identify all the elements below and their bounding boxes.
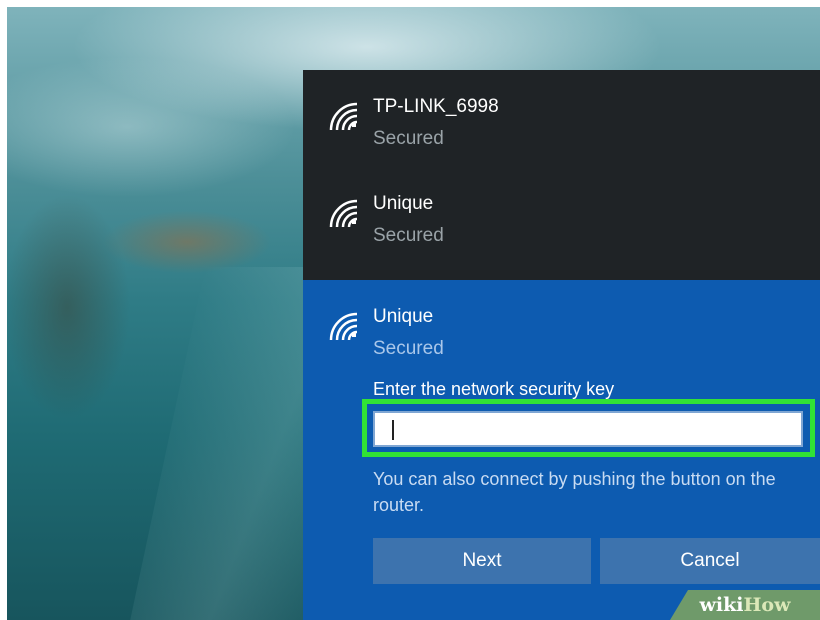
network-status: Secured <box>373 338 444 359</box>
watermark-wiki: wiki <box>699 594 744 616</box>
network-name: Unique <box>373 306 434 327</box>
desktop-background: TP-LINK_6998 Secured Unique Secured Uniq… <box>7 7 820 620</box>
network-name: TP-LINK_6998 <box>373 96 499 117</box>
input-highlight-box <box>362 399 815 457</box>
security-key-prompt: Enter the network security key <box>373 379 615 399</box>
network-status: Secured <box>373 225 444 246</box>
network-name: Unique <box>373 193 434 214</box>
network-item-unique-selected[interactable]: Unique Secured Enter the network securit… <box>303 280 820 620</box>
cancel-button[interactable]: Cancel <box>600 538 820 584</box>
network-status: Secured <box>373 128 444 149</box>
wifi-signal-icon <box>329 199 358 228</box>
wifi-network-flyout: TP-LINK_6998 Secured Unique Secured Uniq… <box>303 70 820 620</box>
watermark-how: How <box>743 594 791 616</box>
wifi-signal-icon <box>329 312 358 341</box>
network-item-unique[interactable]: Unique Secured <box>303 167 820 264</box>
wikihow-watermark: wiki How <box>670 590 820 620</box>
wifi-signal-icon <box>329 102 358 131</box>
network-item-tp-link[interactable]: TP-LINK_6998 Secured <box>303 70 820 167</box>
wps-hint-text: You can also connect by pushing the butt… <box>373 469 776 515</box>
next-button[interactable]: Next <box>373 538 591 584</box>
